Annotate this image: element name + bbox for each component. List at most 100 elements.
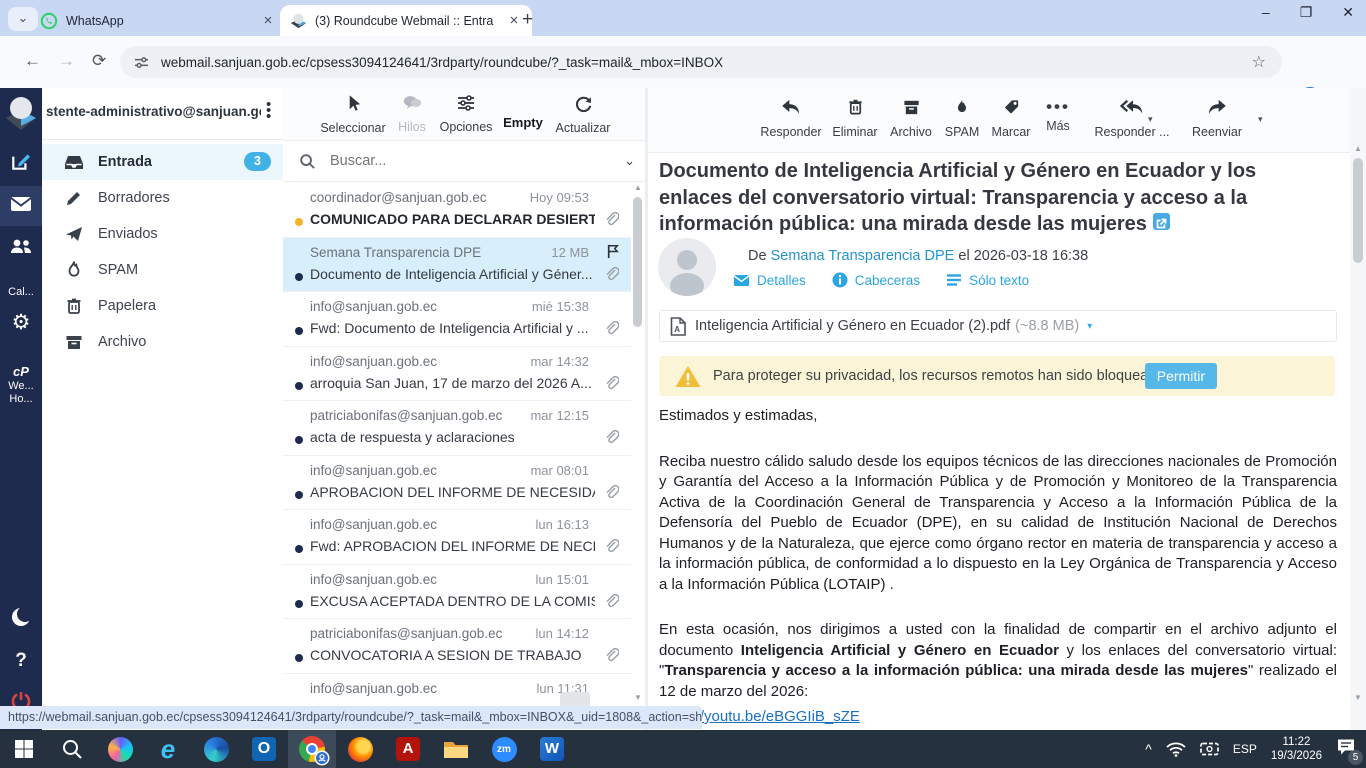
window-minimize-button[interactable]: – — [1262, 4, 1270, 21]
taskbar-chrome-button[interactable] — [288, 730, 336, 768]
tab-close-icon[interactable]: × — [506, 14, 522, 28]
reload-button[interactable]: ⟳ — [92, 51, 106, 71]
back-button[interactable]: ← — [24, 51, 41, 71]
message-row[interactable]: Semana Transparencia DPE 12 MB Documento… — [283, 238, 631, 293]
account-menu-icon[interactable]: ••• — [266, 102, 271, 120]
language-indicator[interactable]: ESP — [1233, 742, 1257, 756]
site-settings-icon[interactable] — [134, 55, 149, 70]
account-header: stente-administrativo@sanjuan.gob.ec ••• — [42, 88, 283, 140]
start-button[interactable] — [0, 730, 48, 768]
taskbar-clock[interactable]: 11:22 19/3/2026 — [1271, 735, 1322, 763]
message-row[interactable]: info@sanjuan.gob.ec mar 08:01 APROBACION… — [283, 456, 631, 511]
acrobat-icon: A — [396, 737, 420, 761]
attachment-caret-icon[interactable]: ▾ — [1087, 321, 1092, 332]
scroll-up-icon[interactable]: ▲ — [634, 183, 642, 192]
taskbar-search-button[interactable] — [48, 730, 96, 768]
external-link-icon[interactable] — [1153, 213, 1170, 230]
mark-button[interactable]: Marcar — [984, 97, 1038, 139]
wifi-icon[interactable] — [1166, 742, 1186, 757]
inbox-icon — [64, 152, 84, 172]
message-row[interactable]: patriciabonifas@sanjuan.gob.ec mar 12:15… — [283, 401, 631, 456]
sender-link[interactable]: Semana Transparencia DPE — [771, 248, 955, 264]
rail-calendar-label[interactable]: Cal... — [0, 286, 42, 299]
rail-settings-button[interactable]: ⚙ — [0, 310, 42, 335]
search-options-chevron-icon[interactable]: ⌄ — [624, 153, 635, 169]
sidebar-item-archivo[interactable]: Archivo — [42, 324, 283, 360]
taskbar-firefox-button[interactable] — [336, 730, 384, 768]
reply-dropdown-caret-icon[interactable]: ▾ — [1148, 114, 1153, 125]
message-row[interactable]: info@sanjuan.gob.ec mar 14:32 arroquia S… — [283, 347, 631, 402]
bookmark-star-icon[interactable]: ☆ — [1252, 52, 1266, 72]
taskbar-zoom-button[interactable]: zm — [480, 730, 528, 768]
forward-button[interactable]: Reenviar — [1182, 97, 1252, 139]
taskbar-outlook-button[interactable]: O — [240, 730, 288, 768]
tab-close-icon[interactable]: × — [260, 14, 276, 28]
help-button[interactable]: ? — [0, 650, 42, 672]
taskbar-acrobat-button[interactable]: A — [384, 730, 432, 768]
select-button[interactable]: Seleccionar — [313, 94, 393, 135]
rail-contacts-button[interactable] — [0, 236, 42, 261]
spam-button[interactable]: SPAM — [938, 97, 986, 139]
cpanel-logo[interactable]: cP — [0, 364, 42, 379]
account-email: stente-administrativo@sanjuan.gob.ec — [46, 104, 261, 119]
list-scroll-thumb[interactable] — [633, 197, 642, 327]
viewer-scrollbar[interactable]: ▲ ▼ — [1350, 88, 1366, 730]
message-subject: APROBACION DEL INFORME DE NECESIDA... — [310, 484, 595, 500]
archive-button[interactable]: Archivo — [882, 97, 940, 139]
tab-whatsapp[interactable]: WhatsApp × — [30, 5, 286, 36]
display-icon[interactable] — [1200, 742, 1219, 757]
search-bar[interactable]: ⌄ — [283, 140, 645, 182]
rail-mail-button[interactable] — [0, 186, 42, 226]
message-row[interactable]: info@sanjuan.gob.ec lun 16:13 Fwd: APROB… — [283, 510, 631, 565]
headers-link[interactable]: Cabeceras — [832, 272, 920, 288]
list-scrollbar[interactable]: ▲ ▼ — [631, 183, 644, 728]
taskbar-edge-button[interactable] — [192, 730, 240, 768]
scroll-down-icon[interactable]: ▼ — [634, 693, 642, 702]
attachment-row[interactable]: A Inteligencia Artificial y Género en Ec… — [659, 310, 1337, 342]
viewer-scroll-thumb[interactable] — [1353, 158, 1363, 263]
details-link[interactable]: Detalles — [733, 273, 806, 288]
sidebar-item-entrada[interactable]: Entrada 3 — [42, 144, 283, 180]
forward-dropdown-caret-icon[interactable]: ▾ — [1258, 114, 1263, 125]
message-row[interactable]: patriciabonifas@sanjuan.gob.ec lun 14:12… — [283, 619, 631, 674]
tray-expand-icon[interactable]: ^ — [1145, 741, 1152, 757]
new-tab-button[interactable]: + — [522, 9, 533, 31]
delete-button[interactable]: Eliminar — [824, 97, 886, 139]
scroll-down-icon[interactable]: ▼ — [1354, 693, 1362, 702]
search-input[interactable] — [328, 152, 624, 170]
window-restore-button[interactable]: ❐ — [1300, 4, 1313, 21]
message-subject-title: Documento de Inteligencia Artificial y G… — [659, 158, 1335, 238]
sidebar-item-spam[interactable]: SPAM — [42, 252, 283, 288]
notification-button[interactable]: 5 — [1336, 738, 1356, 761]
reply-list-button[interactable]: Responder ... — [1086, 97, 1178, 139]
taskbar-explorer-button[interactable] — [432, 730, 480, 768]
plaintext-link[interactable]: Sólo texto — [946, 273, 1029, 288]
more-button[interactable]: ••• Más — [1036, 97, 1080, 133]
message-row[interactable]: coordinador@sanjuan.gob.ec Hoy 09:53 COM… — [283, 183, 631, 238]
empty-button[interactable]: Empty — [499, 112, 547, 130]
address-bar[interactable]: webmail.sanjuan.gob.ec/cpsess3094124641/… — [120, 46, 1282, 78]
taskbar-word-button[interactable]: W — [528, 730, 576, 768]
threads-button[interactable]: Hilos — [391, 94, 433, 134]
sidebar-item-borradores[interactable]: Borradores — [42, 180, 283, 216]
tab-roundcube[interactable]: (3) Roundcube Webmail :: Entra × — [280, 5, 532, 36]
dark-mode-button[interactable] — [0, 606, 42, 633]
rail-webmail-home-label[interactable]: We...Ho... — [0, 380, 42, 406]
allow-button[interactable]: Permitir — [1145, 363, 1217, 389]
window-controls: – ❐ ✕ — [1262, 4, 1354, 21]
window-close-button[interactable]: ✕ — [1342, 4, 1354, 21]
attachment-icon — [603, 320, 619, 337]
sidebar-item-papelera[interactable]: Papelera — [42, 288, 283, 324]
taskbar-ie-button[interactable]: e — [144, 730, 192, 768]
forward-button[interactable]: → — [58, 51, 75, 71]
message-row[interactable]: info@sanjuan.gob.ec mié 15:38 Fwd: Docum… — [283, 292, 631, 347]
scroll-up-icon[interactable]: ▲ — [1354, 144, 1362, 153]
taskbar-copilot-button[interactable] — [96, 730, 144, 768]
sidebar-item-enviados[interactable]: Enviados — [42, 216, 283, 252]
options-button[interactable]: Opciones — [435, 94, 497, 134]
reply-button[interactable]: Responder — [753, 97, 829, 139]
message-row[interactable]: info@sanjuan.gob.ec lun 15:01 EXCUSA ACE… — [283, 565, 631, 620]
refresh-button[interactable]: Actualizar — [547, 94, 619, 135]
compose-button[interactable] — [0, 150, 42, 177]
flag-icon[interactable] — [604, 242, 621, 260]
